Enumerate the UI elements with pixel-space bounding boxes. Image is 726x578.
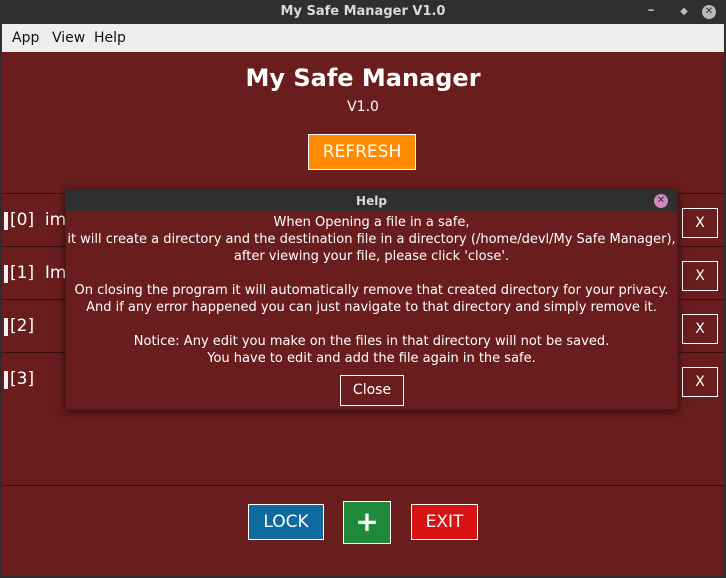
help-line: Notice: Any edit you make on the files i…	[133, 334, 610, 349]
add-file-button[interactable]: +	[343, 501, 391, 544]
lock-button[interactable]: LOCK	[248, 504, 324, 540]
delete-file-button[interactable]: X	[682, 367, 718, 397]
file-label[interactable]: [1] Im	[10, 263, 66, 283]
title-bar: My Safe Manager V1.0 – ◆ ✕	[0, 0, 726, 24]
dialog-close-button[interactable]: Close	[340, 375, 404, 406]
menu-view[interactable]: View	[46, 24, 91, 52]
help-line: it will create a directory and the desti…	[67, 232, 676, 247]
delete-file-button[interactable]: X	[682, 261, 718, 291]
version-label: V1.0	[347, 99, 379, 115]
help-line: On closing the program it will automatic…	[74, 283, 669, 298]
refresh-button[interactable]: REFRESH	[308, 134, 416, 170]
maximize-button[interactable]: ◆	[673, 0, 695, 24]
footer-divider	[2, 485, 724, 486]
menu-app[interactable]: App	[6, 24, 45, 52]
row-marker	[4, 212, 8, 230]
window-title: My Safe Manager V1.0	[280, 4, 446, 19]
file-label[interactable]: [2]	[10, 316, 34, 336]
file-label[interactable]: [3]	[10, 369, 34, 389]
menu-help[interactable]: Help	[88, 24, 132, 52]
dialog-title: Help	[66, 190, 677, 212]
help-line: You have to edit and add the file again …	[207, 351, 536, 366]
page-title: My Safe Manager	[245, 64, 481, 92]
dialog-close-icon[interactable]: ✕	[654, 194, 668, 208]
close-icon: ✕	[702, 5, 716, 19]
minimize-icon: –	[647, 3, 655, 18]
help-line: When Opening a file in a safe,	[273, 215, 470, 230]
row-marker	[4, 318, 8, 336]
minimize-button[interactable]: –	[640, 0, 662, 24]
help-line: after viewing your file, please click 'c…	[233, 249, 510, 264]
delete-file-button[interactable]: X	[682, 314, 718, 344]
help-dialog: Help ✕ When Opening a file in a safe, it…	[65, 189, 678, 410]
delete-file-button[interactable]: X	[682, 208, 718, 238]
help-line: And if any error happened you can just n…	[86, 300, 657, 315]
close-window-button[interactable]: ✕	[698, 0, 720, 24]
menu-bar: App View Help	[2, 24, 724, 52]
app-window: My Safe Manager V1.0 – ◆ ✕ App View Help…	[0, 0, 726, 578]
row-marker	[4, 265, 8, 283]
maximize-icon: ◆	[680, 6, 688, 17]
exit-button[interactable]: EXIT	[411, 504, 478, 540]
row-marker	[4, 371, 8, 389]
